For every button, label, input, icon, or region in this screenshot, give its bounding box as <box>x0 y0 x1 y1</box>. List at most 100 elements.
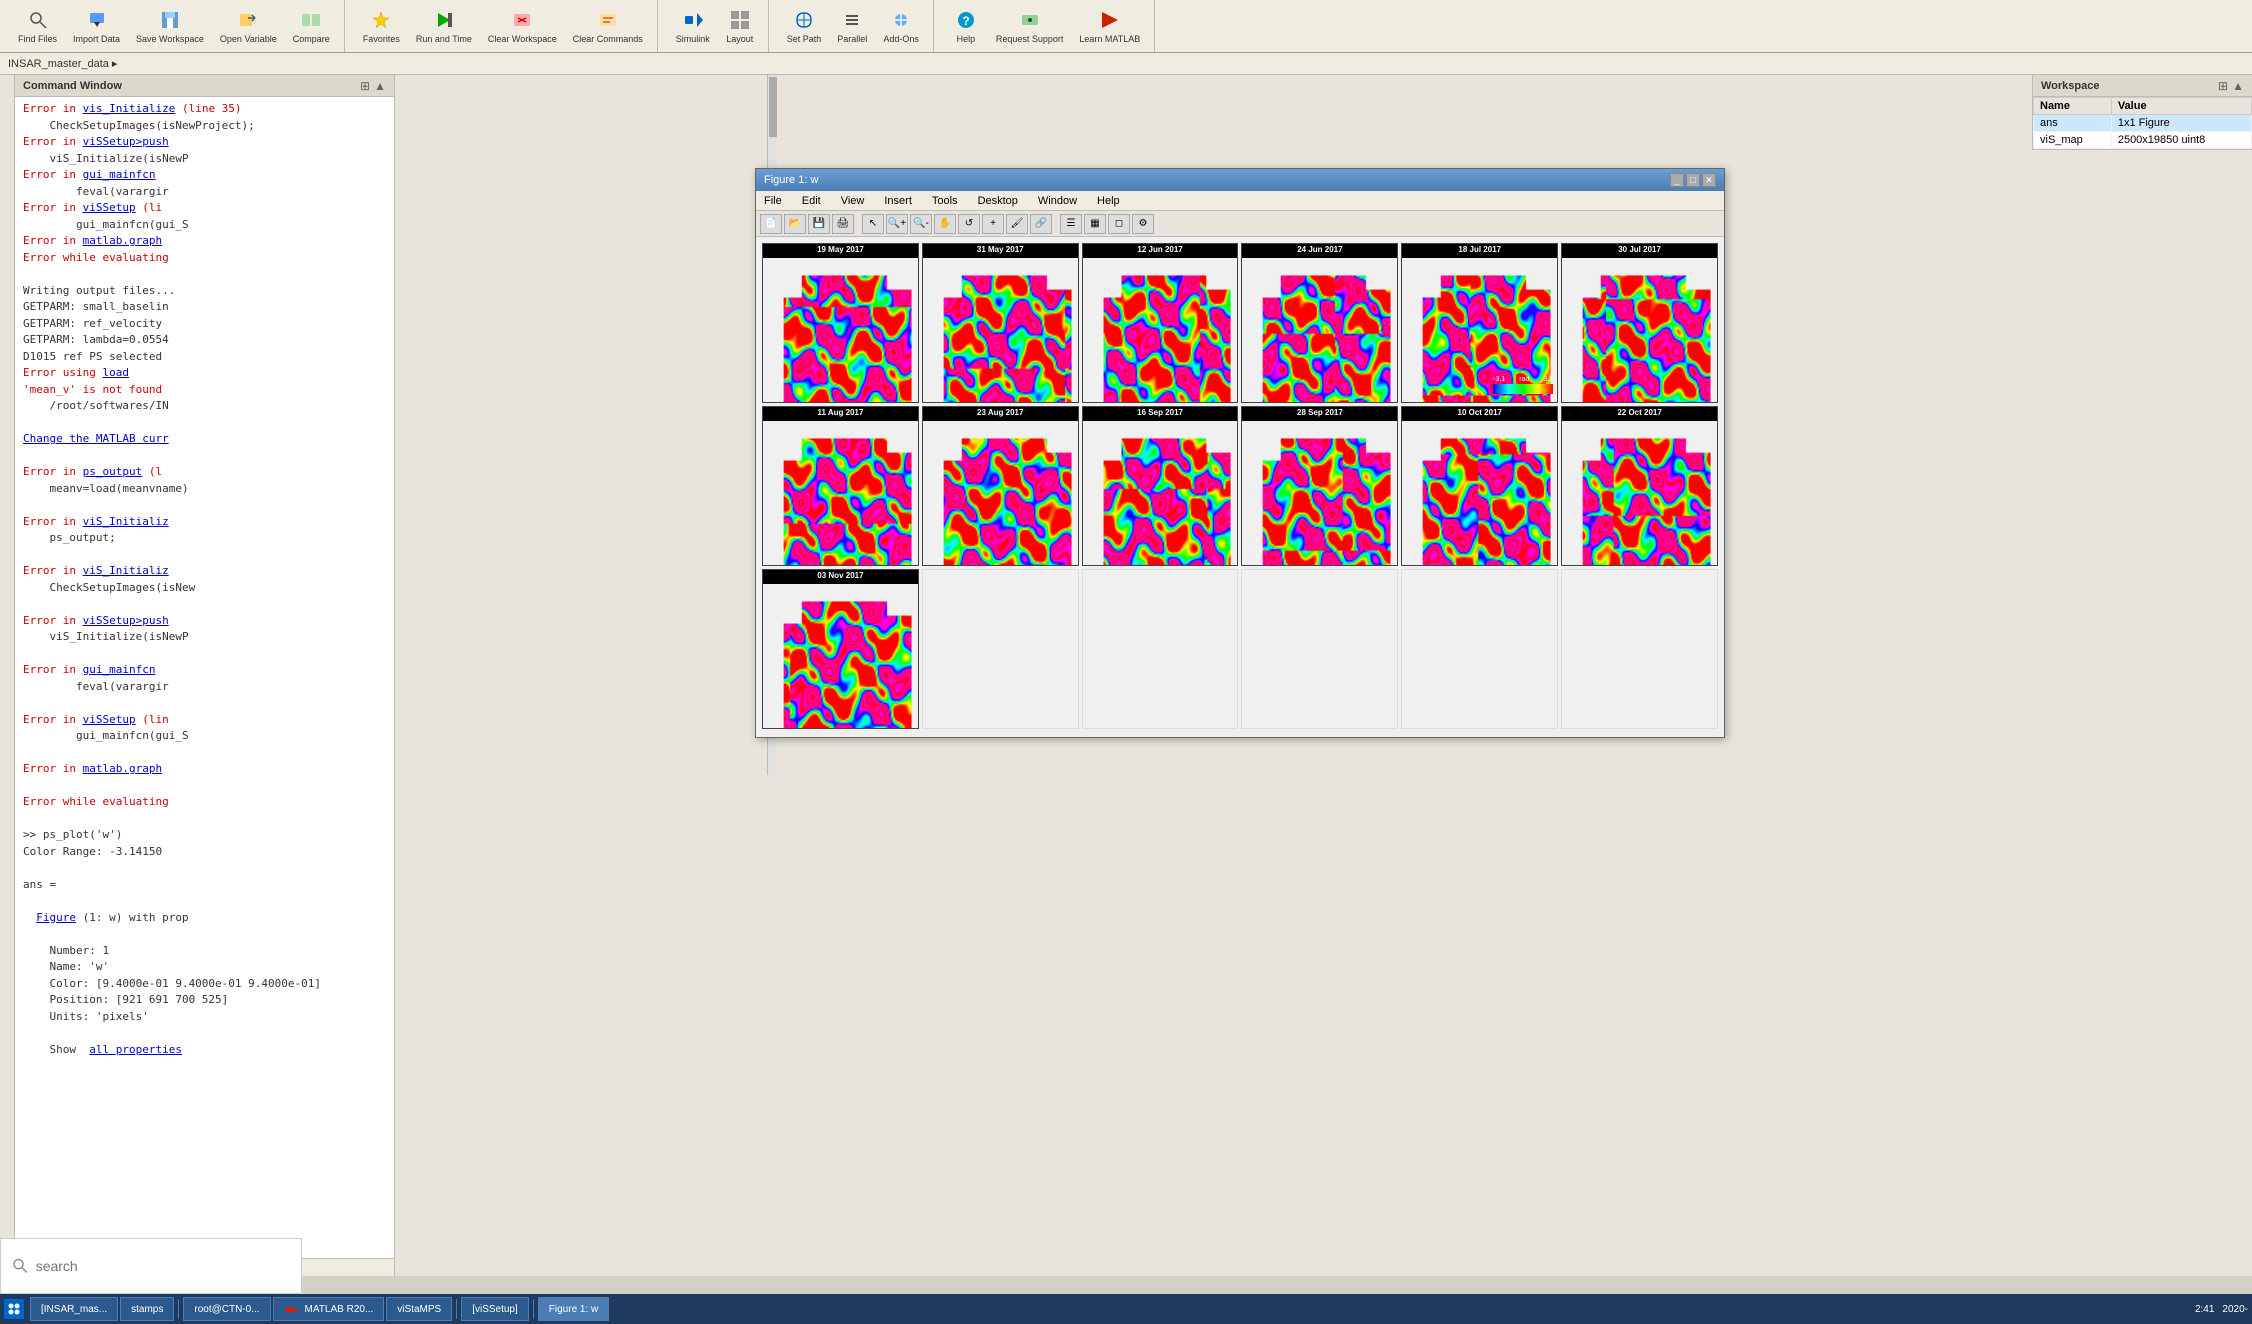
fig-brush-button[interactable]: 🖌 <box>1006 214 1028 234</box>
request-support-button[interactable]: Request Support <box>990 3 1070 49</box>
gui-mainfcn-link2[interactable]: gui_mainfcn <box>83 663 156 676</box>
cmd-scrollbar-thumb[interactable] <box>769 77 777 137</box>
taskbar-matlab[interactable]: MATLAB R20... <box>273 1297 385 1321</box>
load-link[interactable]: load <box>102 366 129 379</box>
toolbar-group-variable: Find Files Import Data Save Workspace Op… <box>4 0 345 52</box>
taskbar-insar[interactable]: [INSAR_mas... <box>30 1297 118 1321</box>
fig-insert-colorbar-button[interactable]: ▦ <box>1084 214 1106 234</box>
figure-minimize-button[interactable]: _ <box>1670 173 1684 187</box>
workspace-expand-button[interactable]: ⊞ <box>2218 79 2228 93</box>
help-button[interactable]: ? Help <box>946 3 986 49</box>
figure-menu-tools[interactable]: Tools <box>928 195 962 207</box>
figure-menu-window[interactable]: Window <box>1034 195 1081 207</box>
figure-link[interactable]: Figure <box>36 911 76 924</box>
fig-pointer-button[interactable]: ↖ <box>862 214 884 234</box>
find-files-button[interactable]: Find Files <box>12 3 63 49</box>
parallel-label: Parallel <box>837 34 867 44</box>
taskbar-vistamps[interactable]: viStaMPS <box>386 1297 452 1321</box>
taskbar-figure[interactable]: Figure 1: w <box>538 1297 609 1321</box>
search-input[interactable] <box>36 1258 289 1274</box>
colorbar-labels: -3.1 rad 3.1 <box>1493 376 1553 383</box>
change-matlab-link[interactable]: Change the MATLAB curr <box>23 431 386 448</box>
figure-menu-help[interactable]: Help <box>1093 195 1124 207</box>
save-workspace-label: Save Workspace <box>136 34 204 44</box>
figure-menu-desktop[interactable]: Desktop <box>974 195 1022 207</box>
subplot-10[interactable]: 28 Sep 2017 <box>1241 406 1398 566</box>
taskbar-stamps[interactable]: stamps <box>120 1297 174 1321</box>
fig-property-editor-button[interactable]: ⚙ <box>1132 214 1154 234</box>
subplot-8[interactable]: 23 Aug 2017 <box>922 406 1079 566</box>
search-bar[interactable] <box>0 1238 302 1294</box>
subplot-7[interactable]: 11 Aug 2017 <box>762 406 919 566</box>
vis-initialize-link[interactable]: vis_Initialize <box>83 102 176 115</box>
fig-hide-plot-button[interactable]: ◻ <box>1108 214 1130 234</box>
subplot-2-title: 31 May 2017 <box>923 245 1078 254</box>
subplot-2[interactable]: 31 May 2017 <box>922 243 1079 403</box>
workspace-row[interactable]: ans 1x1 Figure <box>2034 115 2252 132</box>
matlab-graph-link1[interactable]: matlab.graph <box>83 234 162 247</box>
figure-close-button[interactable]: ✕ <box>1702 173 1716 187</box>
figure-menu-view[interactable]: View <box>837 195 869 207</box>
fig-zoom-in-button[interactable]: 🔍+ <box>886 214 908 234</box>
subplot-11[interactable]: 10 Oct 2017 <box>1401 406 1558 566</box>
vissetup-link1[interactable]: viSSetup <box>83 201 136 214</box>
gui-mainfcn-link1[interactable]: gui_mainfcn <box>83 168 156 181</box>
vissetup-push-link2[interactable]: viSSetup>push <box>83 614 169 627</box>
panel-expand-button[interactable]: ⊞ <box>360 79 370 93</box>
save-workspace-button[interactable]: Save Workspace <box>130 3 210 49</box>
subplot-1[interactable]: 19 May 2017 <box>762 243 919 403</box>
figure-menu-file[interactable]: File <box>760 195 786 207</box>
taskbar: [INSAR_mas... stamps root@CTN-0... MATLA… <box>0 1294 2252 1324</box>
command-window-content[interactable]: Error in vis_Initialize (line 35) CheckS… <box>15 97 394 1258</box>
import-data-button[interactable]: Import Data <box>67 3 126 49</box>
request-support-icon <box>1018 8 1042 32</box>
fig-print-button[interactable]: 🖨 <box>832 214 854 234</box>
vissetup-push-link1[interactable]: viSSetup>push <box>83 135 169 148</box>
all-properties-link[interactable]: all properties <box>89 1043 182 1056</box>
vis-initialize-link2[interactable]: viS_Initializ <box>83 515 169 528</box>
subplot-9[interactable]: 16 Sep 2017 <box>1082 406 1239 566</box>
ps-output-link[interactable]: ps_output <box>83 465 143 478</box>
subplot-12[interactable]: 22 Oct 2017 <box>1561 406 1718 566</box>
subplot-6[interactable]: 30 Jul 2017 <box>1561 243 1718 403</box>
parallel-button[interactable]: Parallel <box>831 3 873 49</box>
open-variable-button[interactable]: Open Variable <box>214 3 283 49</box>
taskbar-vissetup[interactable]: [viSSetup] <box>461 1297 529 1321</box>
fig-data-cursor-button[interactable]: + <box>982 214 1004 234</box>
figure-maximize-button[interactable]: □ <box>1686 173 1700 187</box>
fig-zoom-out-button[interactable]: 🔍- <box>910 214 932 234</box>
panel-minimize-button[interactable]: ▲ <box>374 79 386 93</box>
vissetup-link2[interactable]: viSSetup <box>83 713 136 726</box>
subplot-1-title: 19 May 2017 <box>763 245 918 254</box>
simulink-button[interactable]: Simulink <box>670 3 716 49</box>
addons-button[interactable]: Add-Ons <box>877 3 925 49</box>
taskbar-root[interactable]: root@CTN-0... <box>183 1297 270 1321</box>
fig-new-button[interactable]: 📄 <box>760 214 782 234</box>
clear-commands-button[interactable]: Clear Commands <box>567 3 649 49</box>
layout-button[interactable]: Layout <box>720 3 760 49</box>
figure-menu-insert[interactable]: Insert <box>880 195 916 207</box>
subplot-13[interactable]: 03 Nov 2017 <box>762 569 919 729</box>
fig-open-button[interactable]: 📂 <box>784 214 806 234</box>
fig-save-button[interactable]: 💾 <box>808 214 830 234</box>
matlab-graph-link2[interactable]: matlab.graph <box>83 762 162 775</box>
subplot-3[interactable]: 12 Jun 2017 <box>1082 243 1239 403</box>
learn-matlab-button[interactable]: Learn MATLAB <box>1073 3 1146 49</box>
compare-button[interactable]: Compare <box>287 3 336 49</box>
fig-link-button[interactable]: 🔗 <box>1030 214 1052 234</box>
fig-insert-legend-button[interactable]: ☰ <box>1060 214 1082 234</box>
vis-initialize-link3[interactable]: viS_Initializ <box>83 564 169 577</box>
favorites-button[interactable]: Favorites <box>357 3 406 49</box>
fig-pan-button[interactable]: ✋ <box>934 214 956 234</box>
set-path-button[interactable]: Set Path <box>781 3 828 49</box>
colorbar-gradient <box>1493 384 1553 394</box>
workspace-minimize-button[interactable]: ▲ <box>2232 79 2244 93</box>
start-button[interactable] <box>4 1299 24 1319</box>
fig-rotate-button[interactable]: ↺ <box>958 214 980 234</box>
figure-menu-edit[interactable]: Edit <box>798 195 825 207</box>
clear-workspace-button[interactable]: Clear Workspace <box>482 3 563 49</box>
workspace-row[interactable]: viS_map 2500x19850 uint8 <box>2034 132 2252 149</box>
subplot-4[interactable]: 24 Jun 2017 <box>1241 243 1398 403</box>
subplot-5[interactable]: 18 Jul 2017 -3.1 rad 3.1 <box>1401 243 1558 403</box>
run-time-button[interactable]: Run and Time <box>410 3 478 49</box>
